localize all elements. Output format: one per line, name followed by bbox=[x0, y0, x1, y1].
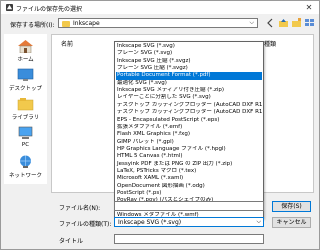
library-icon bbox=[17, 98, 34, 111]
filetype-value: Inkscape SVG (*.svg) bbox=[118, 219, 182, 226]
save-dialog: ファイルの保存先の選択 ✕ 保存する場所(I): Inkscape ⌵ ホーム bbox=[0, 0, 320, 250]
desktop-icon bbox=[17, 68, 34, 81]
place-label: デスクトップ bbox=[8, 86, 42, 92]
lookin-combo[interactable]: Inkscape ⌵ bbox=[58, 18, 258, 28]
place-label: ネットワーク bbox=[8, 173, 42, 179]
lookin-label: 保存する場所(I): bbox=[10, 22, 55, 29]
place-label: PC bbox=[21, 142, 30, 148]
place-pc[interactable]: PC bbox=[4, 125, 47, 153]
place-library[interactable]: ライブラリ bbox=[4, 96, 47, 124]
save-button[interactable]: 保存(S) bbox=[272, 201, 311, 212]
network-icon bbox=[20, 155, 31, 168]
new-folder-icon[interactable] bbox=[291, 18, 302, 28]
home-icon bbox=[18, 40, 33, 53]
pc-icon bbox=[18, 126, 33, 139]
cancel-button[interactable]: キャンセル bbox=[272, 217, 311, 228]
place-label: ホーム bbox=[17, 57, 34, 63]
place-desktop[interactable]: デスクトップ bbox=[4, 67, 47, 95]
chevron-down-icon: ⌵ bbox=[249, 19, 254, 26]
title-bar: ファイルの保存先の選択 ✕ bbox=[1, 1, 319, 14]
places-sidebar: ホーム デスクトップ ライブラリ PC ネットワーク bbox=[4, 34, 47, 184]
place-home[interactable]: ホーム bbox=[4, 38, 47, 66]
inkscape-app-icon bbox=[6, 4, 13, 11]
back-icon[interactable] bbox=[265, 18, 276, 28]
filename-label: ファイル名(N): bbox=[59, 205, 101, 212]
filename-input[interactable] bbox=[114, 201, 264, 211]
column-header-type[interactable]: 種類 bbox=[264, 39, 276, 48]
lookin-value: Inkscape bbox=[73, 20, 100, 27]
chevron-down-icon: ⌵ bbox=[256, 218, 261, 225]
up-folder-icon[interactable] bbox=[278, 18, 289, 28]
place-network[interactable]: ネットワーク bbox=[4, 154, 47, 182]
filetype-label: ファイルの種類(T): bbox=[59, 221, 112, 228]
view-menu-icon[interactable] bbox=[304, 18, 315, 28]
window-title: ファイルの保存先の選択 bbox=[16, 6, 83, 13]
title-field-input[interactable] bbox=[114, 234, 264, 244]
filetype-combo[interactable]: Inkscape SVG (*.svg) ⌵ bbox=[114, 217, 264, 227]
filetype-dropdown-list[interactable]: Inkscape SVG (*.svg) プレーン SVG (*.svg) Inks… bbox=[114, 41, 264, 219]
place-label: ライブラリ bbox=[11, 115, 40, 121]
title-row: タイトル bbox=[1, 234, 319, 245]
folder-icon bbox=[62, 21, 70, 27]
column-header-name[interactable]: 名前 bbox=[61, 39, 73, 48]
close-icon[interactable]: ✕ bbox=[303, 2, 315, 13]
title-field-label: タイトル bbox=[59, 238, 84, 245]
